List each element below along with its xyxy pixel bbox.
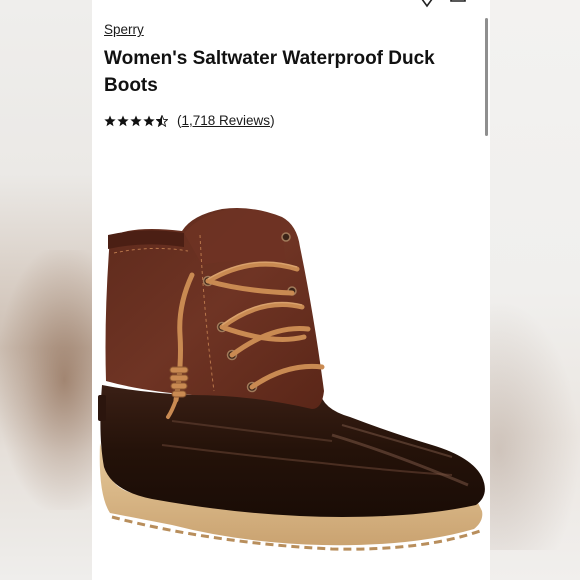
reviews-count[interactable]: 1,718 Reviews <box>182 113 271 128</box>
background-left-blur <box>0 0 92 580</box>
brand-link[interactable]: Sperry <box>104 22 144 37</box>
star-half-icon <box>156 114 168 127</box>
rating-stars <box>104 114 168 127</box>
star-icon <box>143 115 155 126</box>
scrollbar[interactable] <box>485 18 488 136</box>
reviews-link[interactable]: (1,718 Reviews) <box>177 113 275 128</box>
background-right-blur <box>490 0 580 580</box>
heart-icon[interactable] <box>416 0 438 8</box>
product-image[interactable] <box>92 195 490 580</box>
star-icon <box>117 115 129 126</box>
product-title: Women's Saltwater Waterproof Duck Boots <box>104 48 435 96</box>
rating-row[interactable]: (1,718 Reviews) <box>104 113 275 128</box>
shopping-bag-icon[interactable] <box>450 0 466 2</box>
star-icon <box>130 115 142 126</box>
star-icon <box>104 115 116 126</box>
